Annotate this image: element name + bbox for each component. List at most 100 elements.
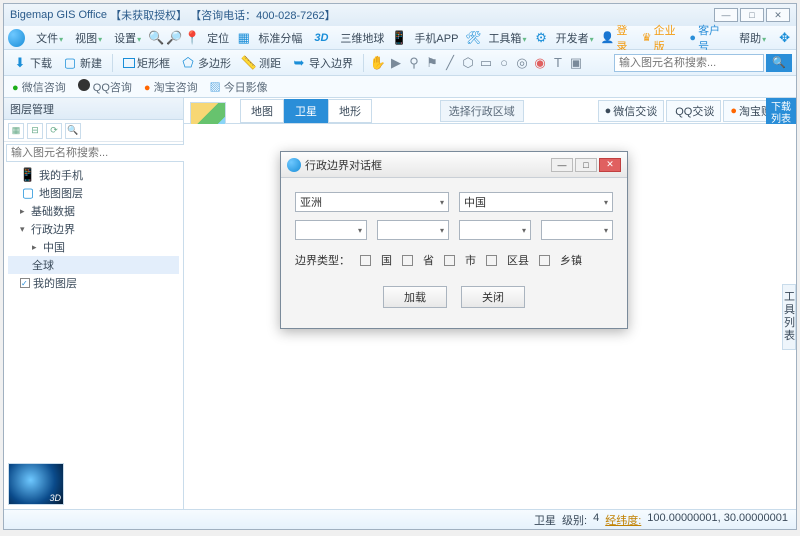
chk-sheng[interactable]	[402, 255, 413, 266]
rtab-wechat[interactable]: ●微信交谈	[598, 100, 665, 122]
maximize-button[interactable]: □	[740, 8, 764, 22]
region-selector[interactable]: 选择行政区域	[440, 100, 524, 122]
layer-search-button[interactable]: 🔍	[65, 123, 81, 139]
earth-thumb[interactable]	[8, 463, 64, 505]
sidebar-title: 图层管理	[4, 98, 183, 120]
tree-my-layer[interactable]: 我的图层	[8, 274, 179, 292]
record-icon[interactable]: ◉	[532, 55, 548, 71]
phone-info: 【咨询电话：400-028-7262】	[190, 7, 336, 23]
taobao-consult[interactable]: ● 淘宝咨询	[144, 79, 198, 95]
dialog-titlebar[interactable]: 行政边界对话框 — □ ✕	[281, 152, 627, 178]
pin-icon[interactable]: ⚲	[406, 55, 422, 71]
status-coords: 100.00000001, 30.00000001	[647, 512, 788, 528]
rect-tool[interactable]: 矩形框	[119, 53, 174, 73]
ruler-icon: 📏	[241, 55, 257, 71]
zoom-in-icon[interactable]: 🔍	[148, 30, 164, 46]
flag-icon[interactable]: ⚑	[424, 55, 440, 71]
search-input[interactable]	[614, 54, 764, 72]
load-button[interactable]: 加载	[383, 286, 447, 308]
menu-toolbox[interactable]: 工具箱	[483, 28, 531, 48]
poly-tool[interactable]: ⬠多边形	[176, 53, 235, 73]
menu-help[interactable]: 帮助	[734, 28, 771, 48]
photo-icon[interactable]: ▣	[568, 55, 584, 71]
tab-satellite[interactable]: 卫星	[284, 99, 328, 123]
combo-4[interactable]	[541, 220, 613, 240]
phone-icon: 📱	[20, 167, 36, 183]
menu-view[interactable]: 视图	[70, 28, 107, 48]
phone-icon: 📱	[391, 30, 407, 46]
download-button[interactable]: ⬇下载	[8, 53, 56, 73]
new-button[interactable]: ▢新建	[58, 53, 106, 73]
login-link[interactable]: 👤登录	[601, 22, 636, 54]
chk-qx[interactable]	[486, 255, 497, 266]
checkbox-icon[interactable]	[20, 278, 30, 288]
combo-2[interactable]	[377, 220, 449, 240]
sidebar-tools: ▦ ⊟ ⟳ 🔍	[4, 120, 183, 142]
tab-map[interactable]: 地图	[240, 99, 284, 123]
locate-icon[interactable]: 📍	[184, 30, 200, 46]
cursor-icon[interactable]: ▶	[388, 55, 404, 71]
tree-global[interactable]: 全球	[8, 256, 179, 274]
menu-file[interactable]: 文件	[31, 28, 68, 48]
country-select[interactable]: 中国	[459, 192, 613, 212]
account-link[interactable]: ●客户号	[689, 22, 728, 54]
text-icon[interactable]: T	[550, 55, 566, 71]
wechat-consult[interactable]: ● 微信咨询	[12, 79, 66, 95]
layer-search-input[interactable]	[6, 144, 185, 162]
dialog-close-button[interactable]: ✕	[599, 158, 621, 172]
menu-tiles[interactable]: 标准分幅	[253, 28, 307, 48]
menu-dev[interactable]: 开发者	[551, 28, 599, 48]
menu-locate[interactable]: 定位	[202, 28, 234, 48]
dialog-min-button[interactable]: —	[551, 158, 573, 172]
grid-icon[interactable]: ▦	[236, 30, 251, 46]
search-button[interactable]: 🔍	[766, 54, 792, 72]
circles-icon[interactable]: ◎	[514, 55, 530, 71]
layer-refresh-button[interactable]: ⟳	[46, 123, 62, 139]
pan-icon[interactable]: ✋	[370, 55, 386, 71]
zoom-out-icon[interactable]: 🔎	[166, 30, 182, 46]
target-icon[interactable]: ✥	[777, 30, 792, 46]
tree-china[interactable]: ▸中国	[8, 238, 179, 256]
chk-guo[interactable]	[360, 255, 371, 266]
new-icon: ▢	[62, 55, 78, 71]
tree-base[interactable]: ▸基础数据	[8, 202, 179, 220]
minimize-button[interactable]: —	[714, 8, 738, 22]
menu-globe[interactable]: 三维地球	[335, 28, 389, 48]
enterprise-link[interactable]: ♛企业版	[642, 22, 684, 54]
image-icon: ▧	[210, 82, 221, 94]
rect2-icon[interactable]: ▭	[478, 55, 494, 71]
menu-3d[interactable]: 3D	[309, 30, 333, 46]
app-title: Bigemap GIS Office	[10, 9, 107, 21]
caret-icon: ▸	[32, 242, 40, 253]
menu-settings[interactable]: 设置	[109, 28, 146, 48]
download-icon: ⬇	[12, 55, 28, 71]
menu-app[interactable]: 手机APP	[409, 28, 463, 48]
wechat-icon: ●	[12, 82, 19, 94]
tool-list-handle[interactable]: 工具列表	[782, 284, 796, 350]
qq-consult[interactable]: QQ咨询	[78, 79, 132, 95]
close-dialog-button[interactable]: 关闭	[461, 286, 525, 308]
combo-3[interactable]	[459, 220, 531, 240]
tree-map-layer[interactable]: ▢地图图层	[8, 184, 179, 202]
rtab-qq[interactable]: QQ交谈	[666, 100, 721, 122]
dialog-logo-icon	[287, 158, 301, 172]
chk-shi[interactable]	[444, 255, 455, 266]
measure-tool[interactable]: 📏测距	[237, 53, 285, 73]
tree-my-phone[interactable]: 📱我的手机	[8, 166, 179, 184]
layer-del-button[interactable]: ⊟	[27, 123, 43, 139]
today-image[interactable]: ▧ 今日影像	[210, 79, 268, 95]
import-icon: ➥	[291, 55, 307, 71]
tab-terrain[interactable]: 地形	[328, 99, 372, 123]
continent-select[interactable]: 亚洲	[295, 192, 449, 212]
import-tool[interactable]: ➥导入边界	[287, 53, 357, 73]
line-icon[interactable]: ╱	[442, 55, 458, 71]
status-coord-label[interactable]: 经纬度:	[605, 512, 641, 528]
tree-admin[interactable]: ▾行政边界	[8, 220, 179, 238]
layer-add-button[interactable]: ▦	[8, 123, 24, 139]
dialog-max-button[interactable]: □	[575, 158, 597, 172]
combo-1[interactable]	[295, 220, 367, 240]
chk-xz[interactable]	[539, 255, 550, 266]
shape-icon[interactable]: ⬡	[460, 55, 476, 71]
close-button[interactable]: ✕	[766, 8, 790, 22]
circle-icon[interactable]: ○	[496, 55, 512, 71]
